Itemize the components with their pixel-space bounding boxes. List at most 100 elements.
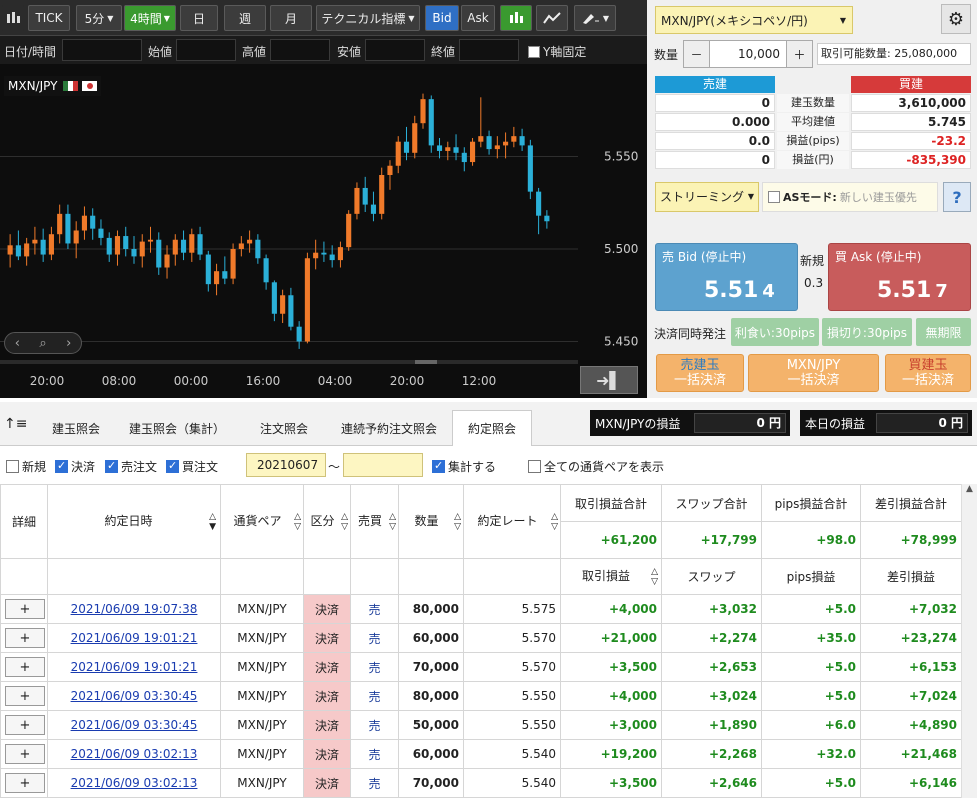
col-swap-total: スワップ合計 — [661, 484, 762, 522]
help-icon[interactable]: ? — [943, 182, 971, 212]
close-all-pair-button[interactable]: MXN/JPY 一括決済 — [748, 354, 879, 392]
col-type[interactable]: 区分 △ ▽ — [303, 484, 351, 559]
sort-icon[interactable]: △ ▽ — [454, 512, 461, 532]
scroll-right-icon[interactable]: › — [66, 336, 71, 351]
detail-cell: + — [0, 594, 48, 624]
checkbox[interactable] — [432, 459, 445, 473]
expand-row-button[interactable]: + — [5, 628, 45, 648]
expand-row-button[interactable]: + — [5, 715, 45, 735]
net-cell: +23,274 — [860, 623, 962, 653]
exec-time-link[interactable]: 2021/06/09 19:01:21 — [47, 623, 221, 653]
sort-icon[interactable]: △ ▽ — [294, 512, 301, 532]
checkbox[interactable] — [105, 459, 118, 473]
month-button[interactable]: 月 — [270, 5, 312, 31]
total-net: +78,999 — [860, 521, 962, 559]
exec-time-link[interactable]: 2021/06/09 03:02:13 — [47, 768, 221, 798]
interval-4h-button[interactable]: 4時間 ▼ — [124, 5, 176, 31]
stop-loss-button[interactable]: 損切り:30pips — [822, 318, 912, 346]
exec-time-link[interactable]: 2021/06/09 03:02:13 — [47, 739, 221, 769]
checkbox[interactable] — [6, 460, 19, 473]
filter-new-checkbox[interactable]: 新規 — [6, 458, 46, 475]
exec-time-link[interactable]: 2021/06/09 03:30:45 — [47, 710, 221, 740]
pair-select[interactable]: MXN/JPY(メキシコペソ/円) ▼ — [655, 6, 853, 34]
expand-row-button[interactable]: + — [5, 773, 45, 793]
y-lock-box[interactable] — [528, 45, 540, 58]
table-scrollbar[interactable]: ▲ — [961, 484, 977, 798]
scroll-up-icon[interactable]: ▲ — [962, 484, 977, 494]
checkbox[interactable] — [55, 459, 68, 473]
exec-time-link[interactable]: 2021/06/09 19:07:38 — [47, 594, 221, 624]
no-limit-button[interactable]: 無期限 — [916, 318, 971, 346]
pips-cell: +35.0 — [761, 623, 861, 653]
draw-tool-icon[interactable]: ▼ — [574, 5, 616, 31]
exec-time-link[interactable]: 2021/06/09 03:30:45 — [47, 681, 221, 711]
scrollbar-thumb[interactable] — [415, 360, 437, 364]
buy-ask-button[interactable]: 買 Ask (停止中) 5.51 7 — [828, 243, 971, 311]
candle-type-icon[interactable] — [2, 5, 24, 31]
sort-icon[interactable]: △ ▽ — [389, 512, 396, 532]
chart-nav-control[interactable]: ‹ ⌕ › — [4, 332, 82, 354]
expand-row-button[interactable]: + — [5, 599, 45, 619]
checkbox[interactable] — [528, 460, 541, 473]
candlestick-chart-icon[interactable] — [500, 5, 532, 31]
take-profit-button[interactable]: 利食い:30pips — [731, 318, 819, 346]
expand-row-button[interactable]: + — [5, 686, 45, 706]
date-to-input[interactable] — [343, 453, 423, 477]
filter-sell-checkbox[interactable]: 売注文 — [105, 458, 157, 475]
jump-to-latest-button[interactable]: ➜▌ — [580, 366, 638, 394]
tab-positions[interactable]: 建玉照会 — [38, 410, 114, 446]
qty-input[interactable]: 10,000 — [710, 41, 786, 67]
tab-ifd-orders[interactable]: 連続予約注文照会 — [330, 410, 448, 446]
col-rate[interactable]: 約定レート △ ▽ — [463, 484, 561, 559]
tab-orders[interactable]: 注文照会 — [244, 410, 324, 446]
settings-gear-icon[interactable]: ⚙ — [941, 4, 971, 34]
filter-buy-checkbox[interactable]: 買注文 — [166, 458, 218, 475]
pl-cell: +3,000 — [560, 710, 662, 740]
qty-plus-button[interactable]: ＋ — [786, 41, 812, 67]
tab-positions-summary[interactable]: 建玉照会（集計） — [118, 410, 236, 446]
aggregate-checkbox[interactable]: 集計する — [432, 458, 496, 475]
streaming-select[interactable]: ストリーミング ▼ — [655, 182, 759, 212]
qty-stepper[interactable]: － 10,000 ＋ — [683, 40, 813, 68]
col-pair[interactable]: 通貨ペア △ ▽ — [220, 484, 304, 559]
ask-price-pip: 7 — [935, 281, 948, 302]
date-from-input[interactable]: 20210607 — [246, 453, 326, 477]
chart-scrollbar[interactable] — [0, 360, 578, 364]
col-pl-total: 取引損益合計 — [560, 484, 662, 522]
sort-icon[interactable]: △ ▽ — [551, 512, 558, 532]
col-pl[interactable]: 取引損益 △ ▽ — [560, 558, 662, 595]
close-all-buy-button[interactable]: 買建玉 一括決済 — [885, 354, 971, 392]
close-all-sell-button[interactable]: 売建玉 一括決済 — [656, 354, 744, 392]
col-qty[interactable]: 数量 △ ▽ — [398, 484, 464, 559]
sort-icon[interactable]: △ ▽ — [651, 567, 658, 587]
checkbox[interactable] — [166, 459, 179, 473]
show-all-pairs-checkbox[interactable]: 全ての通貨ペアを表示 — [528, 458, 664, 475]
ask-toggle[interactable]: Ask — [461, 5, 495, 31]
sort-list-icon[interactable]: ↑≡ — [4, 416, 27, 432]
chart-plot-area[interactable]: 5.450 5.500 5.550 20:00 08:00 00:00 16:00 04:00… — [0, 64, 647, 398]
y-lock-checkbox[interactable]: Y軸固定 — [528, 43, 586, 60]
expand-row-button[interactable]: + — [5, 744, 45, 764]
filter-settle-checkbox[interactable]: 決済 — [55, 458, 95, 475]
qty-minus-button[interactable]: － — [684, 41, 710, 67]
line-chart-icon[interactable] — [536, 5, 568, 31]
sort-icon[interactable]: △ ▽ — [341, 512, 348, 532]
scroll-left-icon[interactable]: ‹ — [15, 336, 20, 351]
col-side[interactable]: 売買 △ ▽ — [350, 484, 399, 559]
expand-row-button[interactable]: + — [5, 657, 45, 677]
exec-time-link[interactable]: 2021/06/09 19:01:21 — [47, 652, 221, 682]
sell-bid-button[interactable]: 売 Bid (停止中) 5.51 4 — [655, 243, 798, 311]
as-mode-field[interactable]: ASモード: 新しい建玉優先 — [762, 182, 938, 212]
indicators-select[interactable]: テクニカル指標 ▼ — [316, 5, 420, 31]
sort-desc-icon[interactable]: △ ▼ — [209, 512, 216, 532]
sub-blank — [463, 558, 561, 595]
search-icon[interactable]: ⌕ — [39, 336, 46, 351]
as-mode-checkbox[interactable] — [768, 191, 780, 203]
col-exec-time[interactable]: 約定日時 △ ▼ — [47, 484, 221, 559]
day-button[interactable]: 日 — [180, 5, 218, 31]
tab-executions[interactable]: 約定照会 — [452, 410, 532, 446]
week-button[interactable]: 週 — [224, 5, 266, 31]
interval-select[interactable]: 5分 ▼ — [76, 5, 122, 31]
bid-toggle[interactable]: Bid — [425, 5, 459, 31]
tick-button[interactable]: TICK — [28, 5, 70, 31]
